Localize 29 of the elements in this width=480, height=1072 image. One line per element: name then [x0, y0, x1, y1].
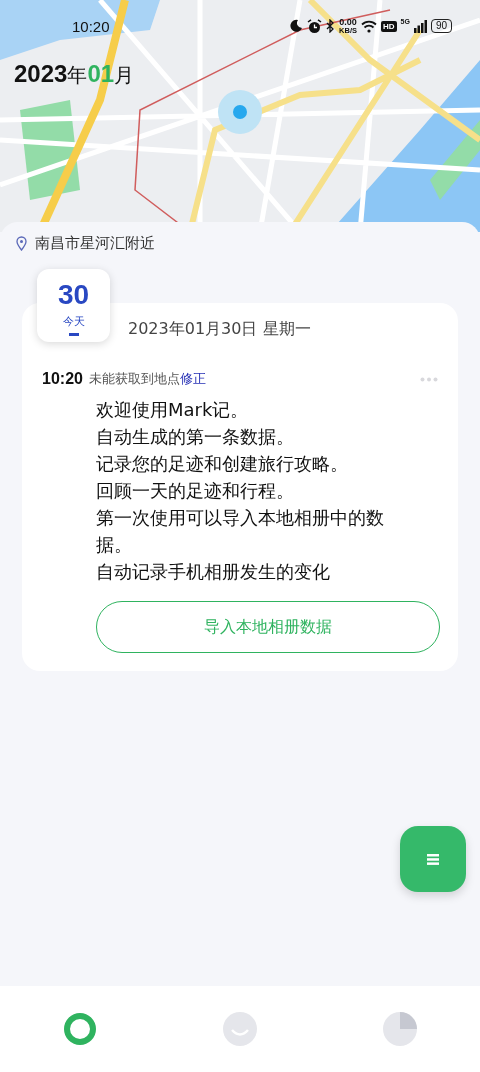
day-number: 30 — [57, 281, 90, 309]
entry-text: 第一次使用可以导入本地相册中的数据。 — [96, 506, 385, 557]
smile-icon — [223, 1012, 257, 1046]
alarm-icon — [307, 18, 323, 34]
fix-link[interactable]: 修正 — [179, 370, 206, 388]
entry-text: 回顾一天的足迹和行程。 — [96, 479, 295, 503]
location-label: 南昌市星河汇附近 — [35, 234, 155, 253]
bluetooth-icon — [326, 19, 336, 33]
hd-badge: HD — [380, 20, 397, 32]
date-heading: 2023年01月30日 星期一 — [128, 319, 311, 340]
status-time: 10:20 — [72, 17, 110, 35]
wifi-icon — [360, 19, 377, 33]
entry-time: 10:20 — [42, 370, 83, 388]
entry-text: 自动记录手机相册发生的变化 — [96, 560, 331, 584]
today-label: 今天 — [62, 314, 85, 329]
location-note: 未能获取到地点 — [88, 370, 180, 388]
moon-icon — [289, 19, 304, 33]
day-badge[interactable]: 30 今天 — [37, 269, 110, 342]
ring-icon — [63, 1012, 97, 1046]
pie-chart-icon — [383, 1012, 417, 1046]
more-icon[interactable] — [420, 376, 438, 382]
entry-text: 记录您的足迹和创建旅行攻略。 — [96, 452, 349, 476]
menu-icon — [427, 853, 439, 865]
entry-text: 欢迎使用Mark记。 — [96, 398, 250, 422]
menu-button[interactable] — [400, 826, 466, 892]
battery-level: 90 — [430, 19, 452, 33]
entry-text: 自动生成的第一条数据。 — [96, 425, 295, 449]
location-pin-icon — [16, 236, 27, 251]
signal-icon — [413, 19, 427, 33]
